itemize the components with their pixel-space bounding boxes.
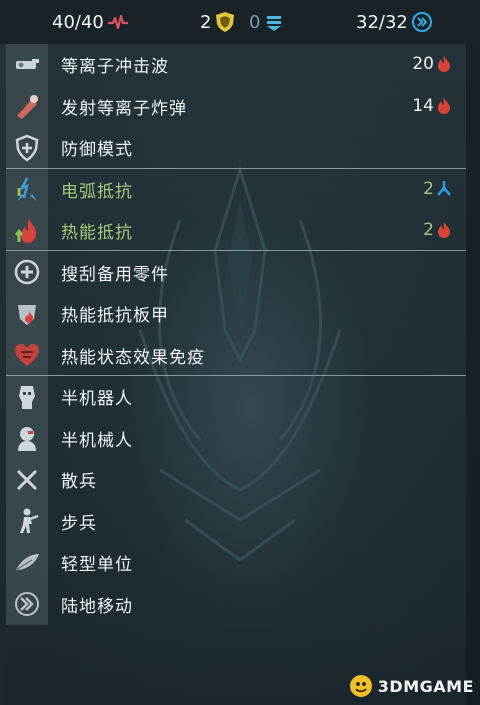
resistance-label: 电弧抵抗	[61, 181, 133, 202]
trait-row[interactable]: 轻型单位	[6, 542, 466, 584]
heartbeat-icon	[107, 14, 128, 30]
unit-stats-header: 40/40 2 0 32/32	[0, 0, 480, 44]
passive-label: 热能抵抗板甲	[61, 306, 169, 327]
trait-row[interactable]: 陆地移动	[6, 583, 466, 625]
passive-label: 热能状态效果免疫	[61, 347, 205, 368]
thermal-resist-icon	[15, 218, 36, 243]
resistance-row[interactable]: 热能抵抗 2	[6, 210, 466, 252]
resist-value: 2	[423, 178, 434, 199]
ability-icon-box	[6, 85, 48, 127]
trait-row[interactable]: 半机器人	[6, 376, 466, 418]
unit-attribute-list: 等离子冲击波 20 发射等离子炸弹 14 防御模式 电弧抵抗 2 热能抵抗 2 …	[6, 44, 466, 625]
armor-stat: 0	[249, 11, 285, 33]
ability-damage: 20	[412, 54, 452, 74]
resistance-value: 2	[423, 220, 452, 240]
arc-resist-icon	[17, 177, 37, 202]
resistance-row[interactable]: 电弧抵抗 2	[6, 168, 466, 210]
passive-label: 搜刮备用零件	[61, 264, 169, 285]
fire-icon	[438, 56, 450, 72]
arc-icon	[437, 180, 451, 196]
trait-row[interactable]: 半机械人	[6, 417, 466, 459]
feather-icon	[15, 553, 39, 571]
trait-row[interactable]: 散兵	[6, 459, 466, 501]
resistance-label: 热能抵抗	[61, 223, 133, 244]
trait-icon-box	[6, 542, 48, 584]
land-move-icon	[15, 592, 39, 617]
hitpoints-stat: 40/40	[52, 11, 129, 33]
passive-icon-box	[6, 334, 48, 376]
resist-value: 2	[423, 220, 434, 240]
resistance-icon-box	[6, 210, 48, 252]
mechanical-human-icon	[18, 427, 36, 452]
passive-row[interactable]: 热能抵抗板甲	[6, 293, 466, 335]
armor-stack-icon	[267, 16, 282, 31]
shield-value: 2	[200, 11, 212, 33]
trait-icon-box	[6, 417, 48, 459]
hitpoints-value: 40/40	[52, 11, 104, 33]
ability-row[interactable]: 等离子冲击波 20	[6, 44, 466, 86]
cyborg-icon	[19, 385, 35, 409]
passive-icon-box	[6, 251, 48, 293]
skirmisher-icon	[16, 469, 38, 490]
salvage-plus-icon	[14, 260, 40, 285]
ability-row[interactable]: 防御模式	[6, 127, 466, 169]
panel-edge	[466, 44, 480, 705]
armor-value: 0	[249, 11, 261, 33]
trait-icon-box	[6, 459, 48, 501]
heart-immune-icon	[15, 344, 39, 367]
damage-value: 20	[412, 54, 434, 74]
ability-row[interactable]: 发射等离子炸弹 14	[6, 85, 466, 127]
resistance-value: 2	[423, 179, 452, 199]
trait-label: 散兵	[61, 472, 97, 493]
plasma-bomb-icon	[17, 95, 38, 120]
trait-label: 半机械人	[61, 430, 133, 451]
passive-icon-box	[6, 293, 48, 335]
trait-label: 步兵	[61, 513, 97, 534]
ability-label: 等离子冲击波	[61, 57, 169, 78]
movement-stat: 32/32	[356, 11, 433, 33]
trait-icon-box	[6, 583, 48, 625]
passive-row[interactable]: 热能状态效果免疫	[6, 334, 466, 376]
damage-value: 14	[412, 95, 434, 116]
ability-icon-box	[6, 44, 48, 86]
trait-icon-box	[6, 500, 48, 542]
shield-stat: 2	[200, 11, 236, 33]
ability-damage: 14	[412, 96, 452, 116]
shield-icon	[216, 12, 235, 32]
ability-label: 防御模式	[61, 140, 133, 161]
defense-shield-icon	[15, 134, 39, 162]
ability-label: 发射等离子炸弹	[61, 98, 187, 119]
movement-icon	[411, 12, 432, 32]
section-divider	[6, 250, 466, 251]
trait-row[interactable]: 步兵	[6, 500, 466, 542]
trait-label: 轻型单位	[61, 555, 133, 576]
site-watermark: 3DMGAME	[348, 673, 474, 699]
passive-row[interactable]: 搜刮备用零件	[6, 251, 466, 293]
section-divider	[6, 375, 466, 376]
trait-label: 半机器人	[61, 389, 133, 410]
plasma-gun-icon	[16, 58, 39, 69]
watermark-logo-icon	[349, 675, 372, 697]
movement-value: 32/32	[356, 11, 408, 33]
infantry-icon	[20, 508, 39, 534]
watermark-text: 3DMGAME	[377, 676, 474, 696]
thermal-plate-icon	[18, 304, 36, 325]
section-divider	[6, 168, 466, 169]
resistance-icon-box	[6, 168, 48, 210]
trait-label: 陆地移动	[61, 596, 133, 617]
ability-icon-box	[6, 127, 48, 169]
fire-icon	[438, 222, 450, 238]
fire-icon	[438, 97, 450, 114]
trait-icon-box	[6, 376, 48, 418]
